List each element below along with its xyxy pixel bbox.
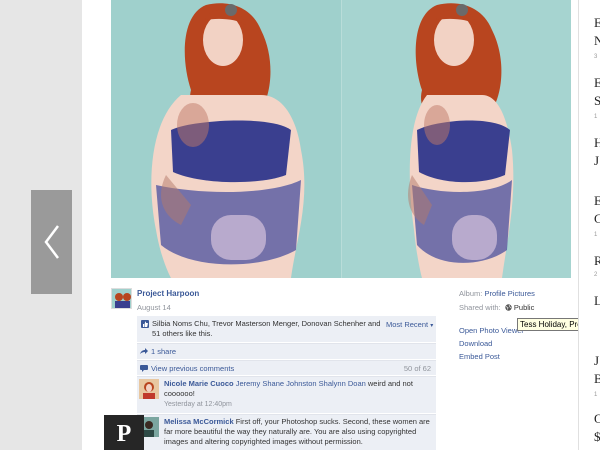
tagged-names[interactable]: Jeremy Shane Johnston Shalynn Doan <box>236 379 366 388</box>
comment-count: 50 of 62 <box>403 364 431 373</box>
thumbs-up-icon <box>141 320 149 328</box>
likes-summary[interactable]: Silbia Noms Chu, Trevor Masterson Menger… <box>152 319 382 339</box>
sort-label: Most Recent <box>386 320 429 329</box>
comment-icon <box>140 365 148 372</box>
download-link[interactable]: Download <box>459 337 524 350</box>
caret-down-icon: ▾ <box>430 323 434 329</box>
chevron-left-icon <box>43 225 59 259</box>
share-count[interactable]: 1 share <box>151 347 176 356</box>
globe-icon <box>505 304 512 311</box>
svg-text:P: P <box>117 421 132 446</box>
commenter-name[interactable]: Nicole Marie Cuoco <box>164 379 234 388</box>
comment: Nicole Marie Cuoco Jeremy Shane Johnston… <box>137 376 436 413</box>
rail-meta: 2 <box>594 272 598 278</box>
pinterest-icon: P <box>117 421 132 446</box>
view-previous-row: View previous comments 50 of 62 <box>137 360 436 375</box>
rail-headline[interactable]: J <box>594 154 599 168</box>
album-link[interactable]: Profile Pictures <box>484 289 534 298</box>
rail-headline[interactable]: J <box>594 354 599 368</box>
previous-button[interactable] <box>31 190 72 294</box>
rail-meta: 1 <box>594 232 598 238</box>
rail-headline[interactable]: B <box>594 372 600 386</box>
privacy-value: Public <box>513 303 535 312</box>
rail-headline[interactable]: $ <box>594 430 600 444</box>
comment-time[interactable]: Yesterday at 12:40pm <box>164 401 232 408</box>
comment: Melissa McCormick First off, your Photos… <box>137 414 436 450</box>
pinterest-button[interactable]: P <box>104 415 144 450</box>
share-icon <box>140 348 148 354</box>
photo-actions: Open Photo Viewer Download Embed Post <box>459 324 524 363</box>
commenter-name[interactable]: Melissa McCormick <box>164 417 234 426</box>
rail-headline[interactable]: E <box>594 16 600 30</box>
photo-meta: Album: Profile Pictures Shared with: Pub… <box>459 288 589 313</box>
rail-meta: 3 <box>594 54 598 60</box>
rail-headline[interactable]: S <box>594 94 600 108</box>
open-photo-viewer-link[interactable]: Open Photo Viewer <box>459 324 524 337</box>
rail-headline[interactable]: E <box>594 76 600 90</box>
rail-headline[interactable]: R <box>594 254 600 268</box>
album-label: Album: <box>459 289 483 298</box>
photo-altered <box>341 0 571 278</box>
likes-bar: Silbia Noms Chu, Trevor Masterson Menger… <box>137 316 436 342</box>
rail-headline[interactable]: C <box>594 212 600 226</box>
post-date[interactable]: August 14 <box>137 303 171 312</box>
rail-headline[interactable]: H <box>594 136 600 150</box>
rail-meta: 1 <box>594 114 598 120</box>
rail-headline[interactable]: E <box>594 194 600 208</box>
embed-post-link[interactable]: Embed Post <box>459 350 524 363</box>
shared-label: Shared with: <box>459 303 501 312</box>
rail-meta: 1 <box>594 392 598 398</box>
rail-headline[interactable]: N <box>594 34 600 48</box>
share-row[interactable]: 1 share <box>137 343 436 359</box>
rail-headline[interactable]: O <box>594 412 600 426</box>
facebook-embed: Project Harpoon August 14 Silbia Noms Ch… <box>111 278 571 450</box>
rail-headline[interactable]: L <box>594 294 600 308</box>
page: Project Harpoon August 14 Silbia Noms Ch… <box>0 0 600 450</box>
sort-dropdown[interactable]: Most Recent ▾ <box>386 320 433 329</box>
right-rail: E N 3 E S 1 H J E C 1 R 2 L J B 1 O $ <box>578 0 600 450</box>
avatar[interactable] <box>139 379 159 399</box>
photo-original <box>111 0 341 278</box>
poster-name[interactable]: Project Harpoon <box>137 289 199 298</box>
comparison-photo[interactable] <box>111 0 571 278</box>
avatar[interactable] <box>111 288 132 309</box>
view-previous-comments[interactable]: View previous comments <box>151 364 234 373</box>
